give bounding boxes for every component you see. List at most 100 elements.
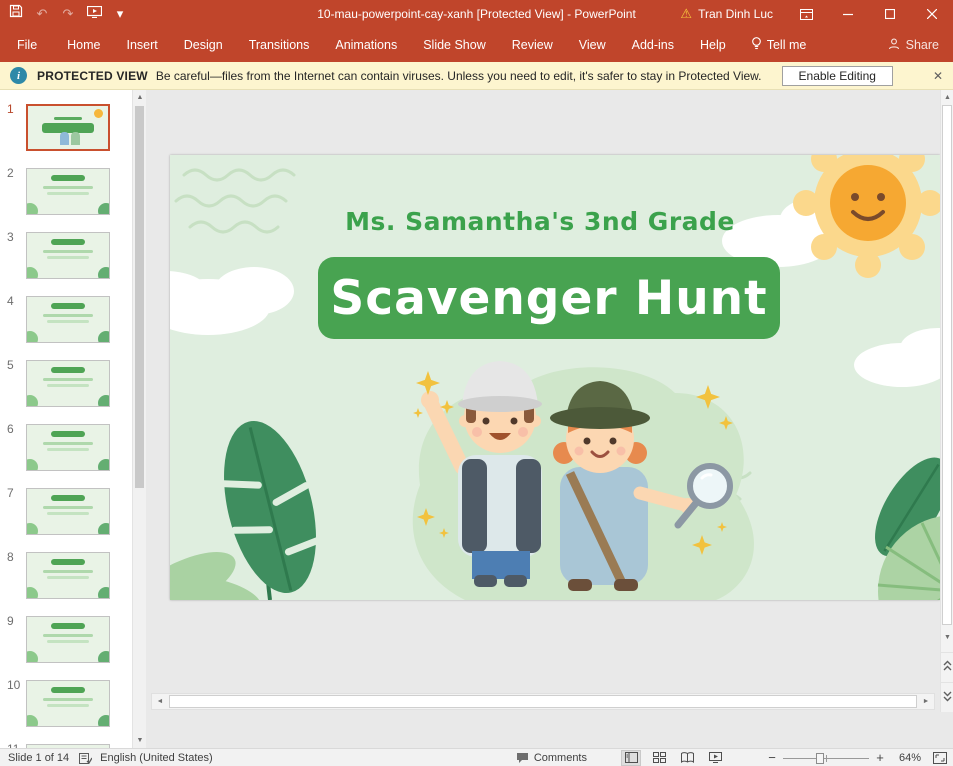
slide-indicator[interactable]: Slide 1 of 14: [8, 752, 69, 764]
mini-line: [47, 640, 89, 643]
reading-view-button[interactable]: [677, 750, 697, 766]
lightbulb-icon: [751, 37, 762, 53]
redo-icon[interactable]: ↷: [60, 0, 76, 28]
thumbnail-item: 6: [0, 414, 132, 478]
slide-editing-area[interactable]: Ms. Samantha's 3nd Grade Scavenger Hunt: [170, 155, 940, 600]
quick-access-toolbar: ↶ ↷ ▾: [8, 0, 128, 28]
scroll-down-icon[interactable]: ▼: [941, 630, 953, 645]
slide-number: 8: [7, 550, 14, 564]
mini-kid: [60, 132, 69, 145]
tab-insert[interactable]: Insert: [114, 28, 171, 62]
slide-number: 3: [7, 230, 14, 244]
slide-subtitle-text[interactable]: Ms. Samantha's 3nd Grade: [170, 207, 910, 236]
mini-leaf: [26, 203, 38, 215]
protected-view-label: PROTECTED VIEW: [37, 69, 148, 83]
slide-number: 2: [7, 166, 14, 180]
normal-view-button[interactable]: [621, 750, 641, 766]
thumbnail-scrollbar-thumb[interactable]: [135, 106, 144, 488]
comments-button[interactable]: Comments: [516, 752, 587, 764]
scroll-down-icon[interactable]: ▼: [133, 733, 147, 748]
tab-help[interactable]: Help: [687, 28, 739, 62]
ribbon-display-options-icon[interactable]: [785, 0, 827, 28]
tell-me-box[interactable]: Tell me: [751, 37, 807, 53]
thumbnail-item: 4: [0, 286, 132, 350]
slide-6-thumbnail[interactable]: [26, 424, 110, 471]
dismiss-bar-icon[interactable]: ✕: [933, 69, 943, 83]
slide-1-thumbnail[interactable]: [26, 104, 110, 151]
mini-leaf: [26, 459, 38, 471]
tab-home[interactable]: Home: [54, 28, 113, 62]
mini-title-bar: [51, 687, 85, 693]
close-button[interactable]: [911, 0, 953, 28]
slide-8-thumbnail[interactable]: [26, 552, 110, 599]
tab-animations[interactable]: Animations: [322, 28, 410, 62]
window-title: 10-mau-powerpoint-cay-xanh [Protected Vi…: [317, 0, 636, 28]
slide-2-thumbnail[interactable]: [26, 168, 110, 215]
tab-transitions[interactable]: Transitions: [236, 28, 323, 62]
fit-slide-to-window-button[interactable]: [933, 752, 947, 764]
window-controls: [785, 0, 953, 28]
zoom-in-button[interactable]: +: [873, 750, 887, 765]
tab-slide-show[interactable]: Slide Show: [410, 28, 499, 62]
tab-view[interactable]: View: [566, 28, 619, 62]
vertical-scrollbar-thumb[interactable]: [942, 105, 952, 625]
previous-slide-button[interactable]: [941, 652, 953, 678]
protected-view-bar: i PROTECTED VIEW Be careful—files from t…: [0, 62, 953, 90]
slide-thumbnail-panel: 1 2 3 4 5 6: [0, 90, 132, 748]
mini-line: [47, 192, 89, 195]
info-icon: i: [10, 67, 27, 84]
customize-quick-access-icon[interactable]: ▾: [112, 0, 128, 28]
maximize-button[interactable]: [869, 0, 911, 28]
start-from-beginning-icon[interactable]: [86, 0, 102, 28]
mini-title-bar: [51, 623, 85, 629]
slide-number: 7: [7, 486, 14, 500]
share-button[interactable]: Share: [888, 28, 939, 62]
tab-review[interactable]: Review: [499, 28, 566, 62]
minimize-button[interactable]: [827, 0, 869, 28]
horizontal-scrollbar: ◄ ►: [151, 693, 935, 710]
slide-3-thumbnail[interactable]: [26, 232, 110, 279]
tab-design[interactable]: Design: [171, 28, 236, 62]
enable-editing-button[interactable]: Enable Editing: [782, 66, 893, 86]
spell-check-icon[interactable]: [79, 752, 92, 764]
thumbnail-item: 10: [0, 670, 132, 734]
slide-sorter-view-button[interactable]: [649, 750, 669, 766]
scroll-right-icon[interactable]: ►: [918, 694, 934, 709]
slide-number: 4: [7, 294, 14, 308]
slide-10-thumbnail[interactable]: [26, 680, 110, 727]
mini-line: [47, 576, 89, 579]
tab-file[interactable]: File: [0, 28, 54, 62]
account-area[interactable]: ⚠ Tran Dinh Luc: [680, 0, 773, 28]
thumbnail-item: 3: [0, 222, 132, 286]
next-slide-button[interactable]: [941, 682, 953, 708]
zoom-slider[interactable]: [783, 750, 869, 766]
title-bar: ↶ ↷ ▾ 10-mau-powerpoint-cay-xanh [Protec…: [0, 0, 953, 28]
slide-9-thumbnail[interactable]: [26, 616, 110, 663]
zoom-level[interactable]: 64%: [887, 752, 921, 764]
mini-leaf: [98, 715, 110, 727]
mini-line: [43, 314, 93, 317]
zoom-out-button[interactable]: −: [765, 750, 779, 765]
horizontal-scrollbar-thumb[interactable]: [169, 695, 917, 708]
language-indicator[interactable]: English (United States): [100, 752, 213, 764]
zoom-slider-handle[interactable]: [816, 753, 824, 764]
slide-number: 1: [7, 102, 14, 116]
tab-add-ins[interactable]: Add-ins: [619, 28, 687, 62]
scroll-left-icon[interactable]: ◄: [152, 694, 168, 709]
status-bar: Slide 1 of 14 English (United States) Co…: [0, 748, 953, 766]
undo-icon[interactable]: ↶: [34, 0, 50, 28]
mini-leaf: [98, 651, 110, 663]
thumbnail-item: 7: [0, 478, 132, 542]
slide-7-thumbnail[interactable]: [26, 488, 110, 535]
mini-leaf: [26, 715, 38, 727]
slide-4-thumbnail[interactable]: [26, 296, 110, 343]
scroll-up-icon[interactable]: ▲: [941, 90, 953, 105]
mini-leaf: [26, 267, 38, 279]
save-icon[interactable]: [8, 0, 24, 28]
mini-title-bar: [51, 559, 85, 565]
slide-title-box[interactable]: Scavenger Hunt: [318, 257, 780, 339]
scroll-up-icon[interactable]: ▲: [133, 90, 147, 105]
cloud-right: [854, 328, 940, 387]
slide-5-thumbnail[interactable]: [26, 360, 110, 407]
slide-show-view-button[interactable]: [705, 750, 725, 766]
